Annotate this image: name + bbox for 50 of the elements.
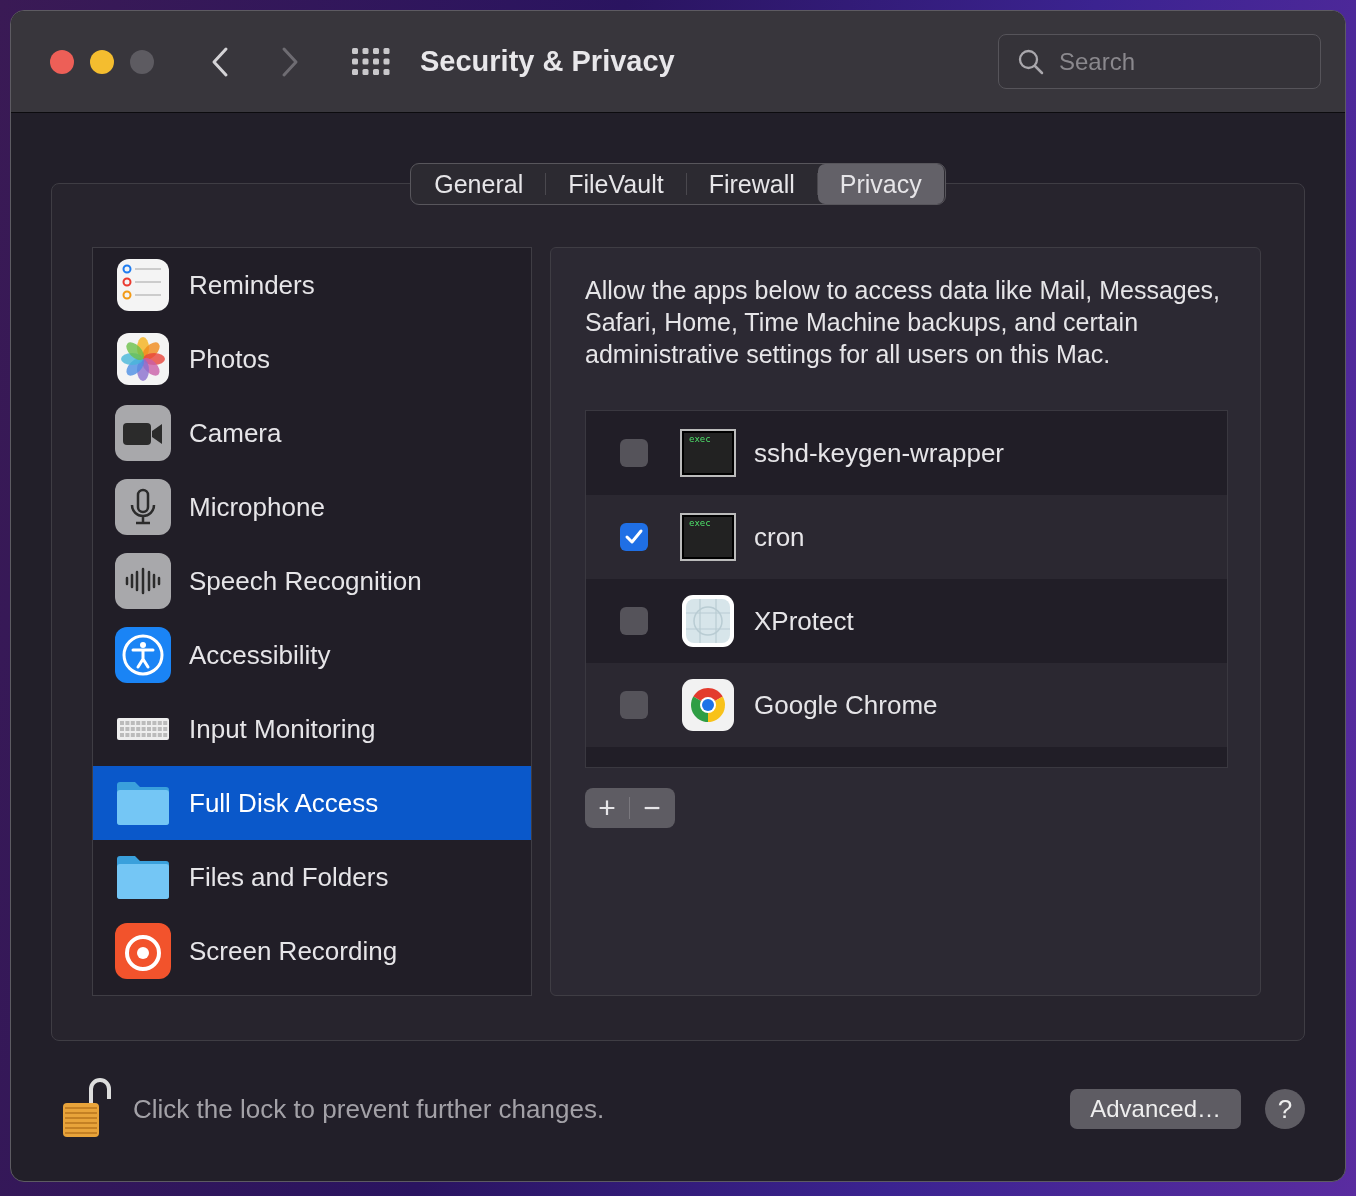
close-button[interactable] <box>50 49 74 74</box>
description-text: Allow the apps below to access data like Mail, Messages, Safari, Home, Time Machine backups, and certain administrative settings for all users on this Mac. <box>585 275 1222 370</box>
tab[interactable]: Firewall <box>686 164 817 204</box>
reminders-icon <box>115 257 171 313</box>
category-item[interactable]: Accessibility <box>93 618 531 692</box>
tab[interactable]: FileVault <box>546 164 686 204</box>
forward-button[interactable] <box>280 45 300 78</box>
advanced-button[interactable]: Advanced… <box>1070 1089 1241 1129</box>
category-item[interactable]: Speech Recognition <box>93 544 531 618</box>
browser-icon <box>680 677 736 733</box>
help-button[interactable]: ? <box>1265 1089 1305 1129</box>
grid-icon[interactable] <box>352 47 390 76</box>
checkbox[interactable] <box>620 691 648 719</box>
category-item[interactable]: Files and Folders <box>93 840 531 914</box>
app-row[interactable]: XProtect <box>586 579 1227 663</box>
add-button[interactable]: + <box>585 788 629 828</box>
speech-icon <box>115 553 171 609</box>
back-button[interactable] <box>210 45 230 78</box>
app-name: cron <box>754 521 805 553</box>
category-item[interactable]: Photos <box>93 322 531 396</box>
app-name: sshd-keygen-wrapper <box>754 437 1004 469</box>
category-item[interactable]: Full Disk Access <box>93 766 531 840</box>
category-item[interactable]: Input Monitoring <box>93 692 531 766</box>
terminal-label: exec <box>689 434 711 444</box>
app-row[interactable]: exec sshd-keygen-wrapper <box>586 411 1227 495</box>
camera-icon <box>115 405 171 461</box>
lock-message: Click the lock to prevent further changes. <box>133 1093 605 1125</box>
record-icon <box>115 923 171 979</box>
remove-button[interactable]: − <box>630 788 674 828</box>
microphone-icon <box>115 479 171 535</box>
search-field[interactable]: Search <box>998 34 1321 89</box>
minimize-button[interactable] <box>90 49 114 74</box>
tab[interactable]: Privacy <box>817 164 944 204</box>
checkbox[interactable] <box>620 523 648 551</box>
accessibility-icon <box>115 627 171 683</box>
category-item[interactable]: Screen Recording <box>93 914 531 988</box>
app-row[interactable]: exec cron <box>586 495 1227 579</box>
app-name: XProtect <box>754 605 854 637</box>
tab[interactable]: General <box>412 164 546 204</box>
checkbox[interactable] <box>620 439 648 467</box>
terminal-label: exec <box>689 518 711 528</box>
app-row[interactable]: Google Chrome <box>586 663 1227 747</box>
photos-icon <box>115 331 171 387</box>
window-title: Security & Privacy <box>420 45 675 78</box>
grid-app-icon <box>680 593 736 649</box>
app-name: Google Chrome <box>754 689 938 721</box>
checkbox[interactable] <box>620 607 648 635</box>
category-item[interactable]: Reminders <box>93 248 531 322</box>
category-item[interactable]: Microphone <box>93 470 531 544</box>
category-item[interactable]: Camera <box>93 396 531 470</box>
